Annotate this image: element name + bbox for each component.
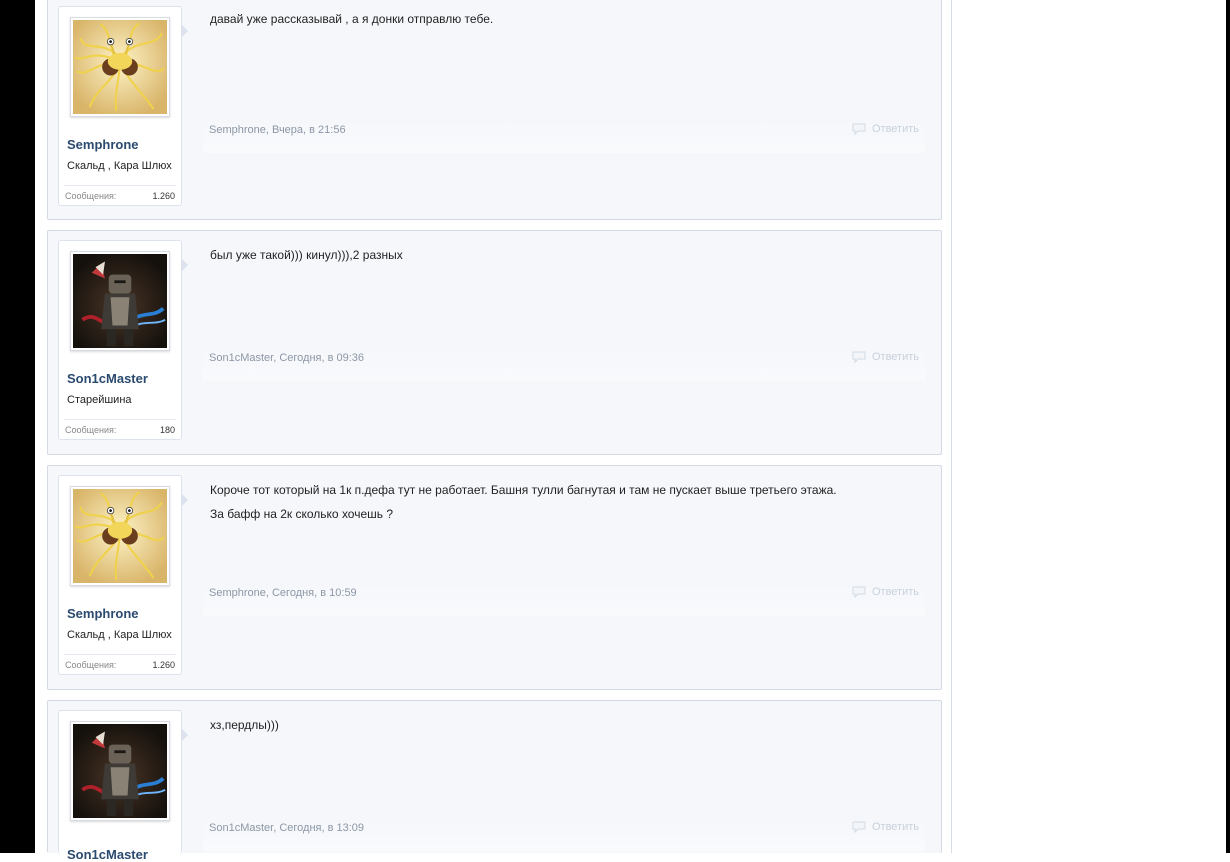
message-footer: Son1cMaster, Сегодня, в 09:36 Ответить: [203, 349, 925, 381]
message-body: был уже такой))) кинул))),2 разных: [210, 243, 920, 267]
message-count: Сообщения: 1.260: [64, 654, 176, 675]
reply-label: Ответить: [871, 123, 919, 135]
message-line: давай уже рассказывай , а я донки отправ…: [210, 12, 494, 26]
avatar[interactable]: [70, 486, 170, 586]
message-count-value[interactable]: 180: [160, 425, 175, 435]
user-info-panel: Semphrone Скальд , Кара Шлюх Сообщения: …: [58, 6, 188, 206]
speech-bubble-icon: [852, 123, 866, 135]
message-line: хз,пердлы))): [210, 718, 279, 732]
avatar[interactable]: [70, 17, 170, 117]
message-count-value[interactable]: 1.260: [152, 191, 175, 201]
post-meta[interactable]: Semphrone, Вчера, в 21:56: [209, 124, 346, 136]
message-footer: Son1cMaster, Сегодня, в 13:09 Ответить: [203, 819, 925, 851]
reply-button[interactable]: Ответить: [852, 351, 919, 363]
speech-bubble-icon: [852, 351, 866, 363]
avatar[interactable]: [70, 721, 170, 821]
reply-button[interactable]: Ответить: [852, 123, 919, 135]
username[interactable]: Son1cMaster: [67, 371, 148, 386]
right-edge: [1226, 0, 1230, 853]
armored-warrior-icon: [73, 724, 167, 818]
post: Semphrone Скальд , Кара Шлюх Сообщения: …: [47, 465, 942, 690]
username[interactable]: Son1cMaster: [67, 847, 148, 862]
speech-bubble-icon: [852, 821, 866, 833]
message-count: Сообщения: 1.260: [64, 185, 176, 206]
message-count-label: Сообщения:: [65, 660, 117, 670]
reply-label: Ответить: [871, 821, 919, 833]
reply-label: Ответить: [871, 351, 919, 363]
side-panel: [952, 0, 1226, 853]
speech-bubble-icon: [852, 586, 866, 598]
message-body: хз,пердлы))): [210, 713, 920, 737]
user-info-panel: Semphrone Скальд , Кара Шлюх Сообщения: …: [58, 475, 188, 675]
username[interactable]: Semphrone: [67, 137, 139, 152]
message-body: давай уже рассказывай , а я донки отправ…: [210, 7, 920, 31]
user-title: Скальд , Кара Шлюх: [67, 629, 172, 641]
username[interactable]: Semphrone: [67, 606, 139, 621]
reply-button[interactable]: Ответить: [852, 821, 919, 833]
message-line: Короче тот который на 1к п.дефа тут не р…: [210, 483, 837, 497]
user-info-panel: Son1cMaster: [58, 710, 188, 862]
post-meta[interactable]: Semphrone, Сегодня, в 10:59: [209, 587, 357, 599]
message-body: Короче тот который на 1к п.дефа тут не р…: [210, 478, 920, 526]
message-line: За бафф на 2к сколько хочешь ?: [210, 507, 394, 521]
post: Semphrone Скальд , Кара Шлюх Сообщения: …: [47, 0, 942, 220]
message-count-value[interactable]: 1.260: [152, 660, 175, 670]
reply-button[interactable]: Ответить: [852, 586, 919, 598]
message-count-label: Сообщения:: [65, 191, 117, 201]
user-title: Старейшина: [67, 394, 132, 406]
armored-warrior-icon: [73, 254, 167, 348]
user-info-panel: Son1cMaster Старейшина Сообщения: 180: [58, 240, 188, 440]
user-title: Скальд , Кара Шлюх: [67, 160, 172, 172]
message-footer: Semphrone, Вчера, в 21:56 Ответить: [203, 121, 925, 153]
message-line: был уже такой))) кинул))),2 разных: [210, 248, 403, 262]
post: Son1cMaster хз,пердлы))) Son1cMaster, Се…: [47, 700, 942, 862]
post-meta[interactable]: Son1cMaster, Сегодня, в 13:09: [209, 822, 364, 834]
message-footer: Semphrone, Сегодня, в 10:59 Ответить: [203, 584, 925, 616]
left-edge: [0, 0, 35, 853]
post: Son1cMaster Старейшина Сообщения: 180 бы…: [47, 230, 942, 455]
spaghetti-monster-icon: [73, 20, 167, 114]
message-count-label: Сообщения:: [65, 425, 117, 435]
spaghetti-monster-icon: [73, 489, 167, 583]
avatar[interactable]: [70, 251, 170, 351]
message-count: Сообщения: 180: [64, 419, 176, 440]
reply-label: Ответить: [871, 586, 919, 598]
post-meta[interactable]: Son1cMaster, Сегодня, в 09:36: [209, 352, 364, 364]
